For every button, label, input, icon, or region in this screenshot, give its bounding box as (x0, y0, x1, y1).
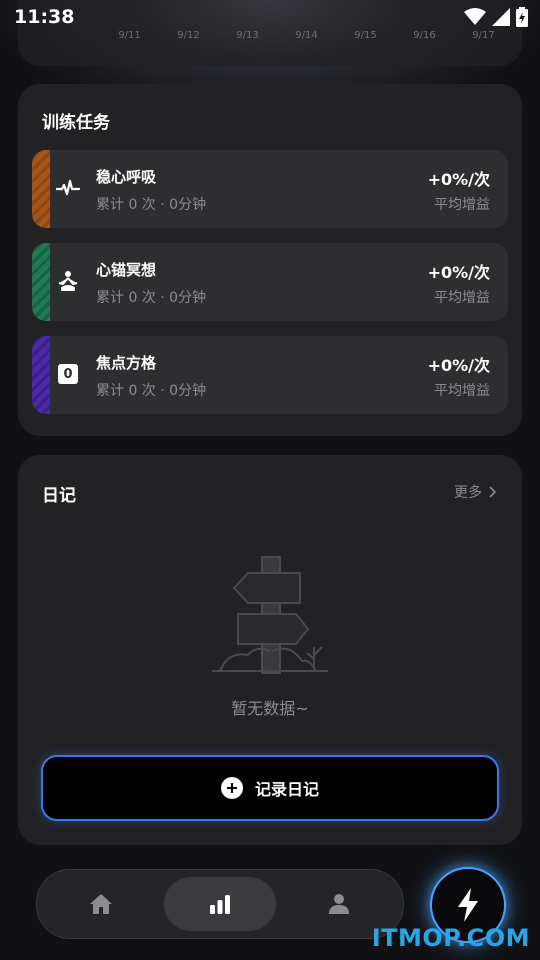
battery-icon (516, 7, 528, 27)
stats-icon (210, 895, 230, 914)
task-rate-label: 平均增益 (434, 197, 490, 213)
training-card: 训练任务 稳心呼吸 累计 0 次 · 0分钟 +0%/次 平均增益 心锚冥想 累… (18, 84, 522, 436)
plus-circle-icon (220, 777, 243, 799)
diary-more-link[interactable]: 更多 (454, 482, 496, 502)
lightning-icon (458, 888, 478, 922)
task-focus-grid[interactable]: 0 焦点方格 累计 0 次 · 0分钟 +0%/次 平均增益 (32, 336, 508, 414)
watermark-text: ITMOP.COM (371, 924, 530, 952)
training-title: 训练任务 (42, 113, 110, 133)
task-summary: 累计 0 次 · 0分钟 (96, 290, 207, 306)
nav-profile[interactable] (283, 877, 395, 931)
meditation-icon (56, 269, 80, 293)
task-accent-stripe (32, 150, 50, 228)
status-time: 11:38 (14, 6, 75, 28)
task-steady-breathing[interactable]: 稳心呼吸 累计 0 次 · 0分钟 +0%/次 平均增益 (32, 150, 508, 228)
more-label: 更多 (454, 485, 482, 501)
task-rate-label: 平均增益 (434, 383, 490, 399)
task-name: 稳心呼吸 (96, 168, 157, 186)
task-rate: +0%/次 (427, 170, 490, 189)
task-rate-label: 平均增益 (434, 290, 490, 306)
diary-card: 日记 更多 暂无数据~ 记录日记 (18, 455, 522, 845)
chevron-right-icon (489, 486, 496, 498)
task-rate: +0%/次 (427, 356, 490, 375)
task-summary: 累计 0 次 · 0分钟 (96, 383, 207, 399)
record-diary-button[interactable]: 记录日记 (41, 755, 499, 821)
empty-state-text: 暂无数据~ (231, 699, 309, 718)
signpost-empty-illustration (212, 556, 328, 674)
number-square-text: 0 (63, 366, 73, 382)
signal-icon (492, 8, 510, 26)
wifi-icon (464, 8, 486, 25)
number-square-icon: 0 (56, 362, 80, 386)
diary-title: 日记 (42, 486, 76, 506)
nav-home[interactable] (45, 877, 157, 931)
status-icons (464, 7, 528, 27)
task-accent-stripe (32, 336, 50, 414)
task-name: 焦点方格 (96, 354, 157, 372)
nav-stats[interactable] (164, 877, 276, 931)
task-summary: 累计 0 次 · 0分钟 (96, 197, 207, 213)
task-accent-stripe (32, 243, 50, 321)
bottom-nav (36, 869, 404, 939)
task-rate: +0%/次 (427, 263, 490, 282)
status-bar: 11:38 (0, 0, 540, 36)
record-diary-label: 记录日记 (254, 780, 319, 799)
task-anchor-meditation[interactable]: 心锚冥想 累计 0 次 · 0分钟 +0%/次 平均增益 (32, 243, 508, 321)
pulse-icon (56, 176, 80, 200)
home-icon (90, 894, 112, 914)
task-name: 心锚冥想 (96, 261, 157, 279)
profile-icon (329, 894, 349, 914)
